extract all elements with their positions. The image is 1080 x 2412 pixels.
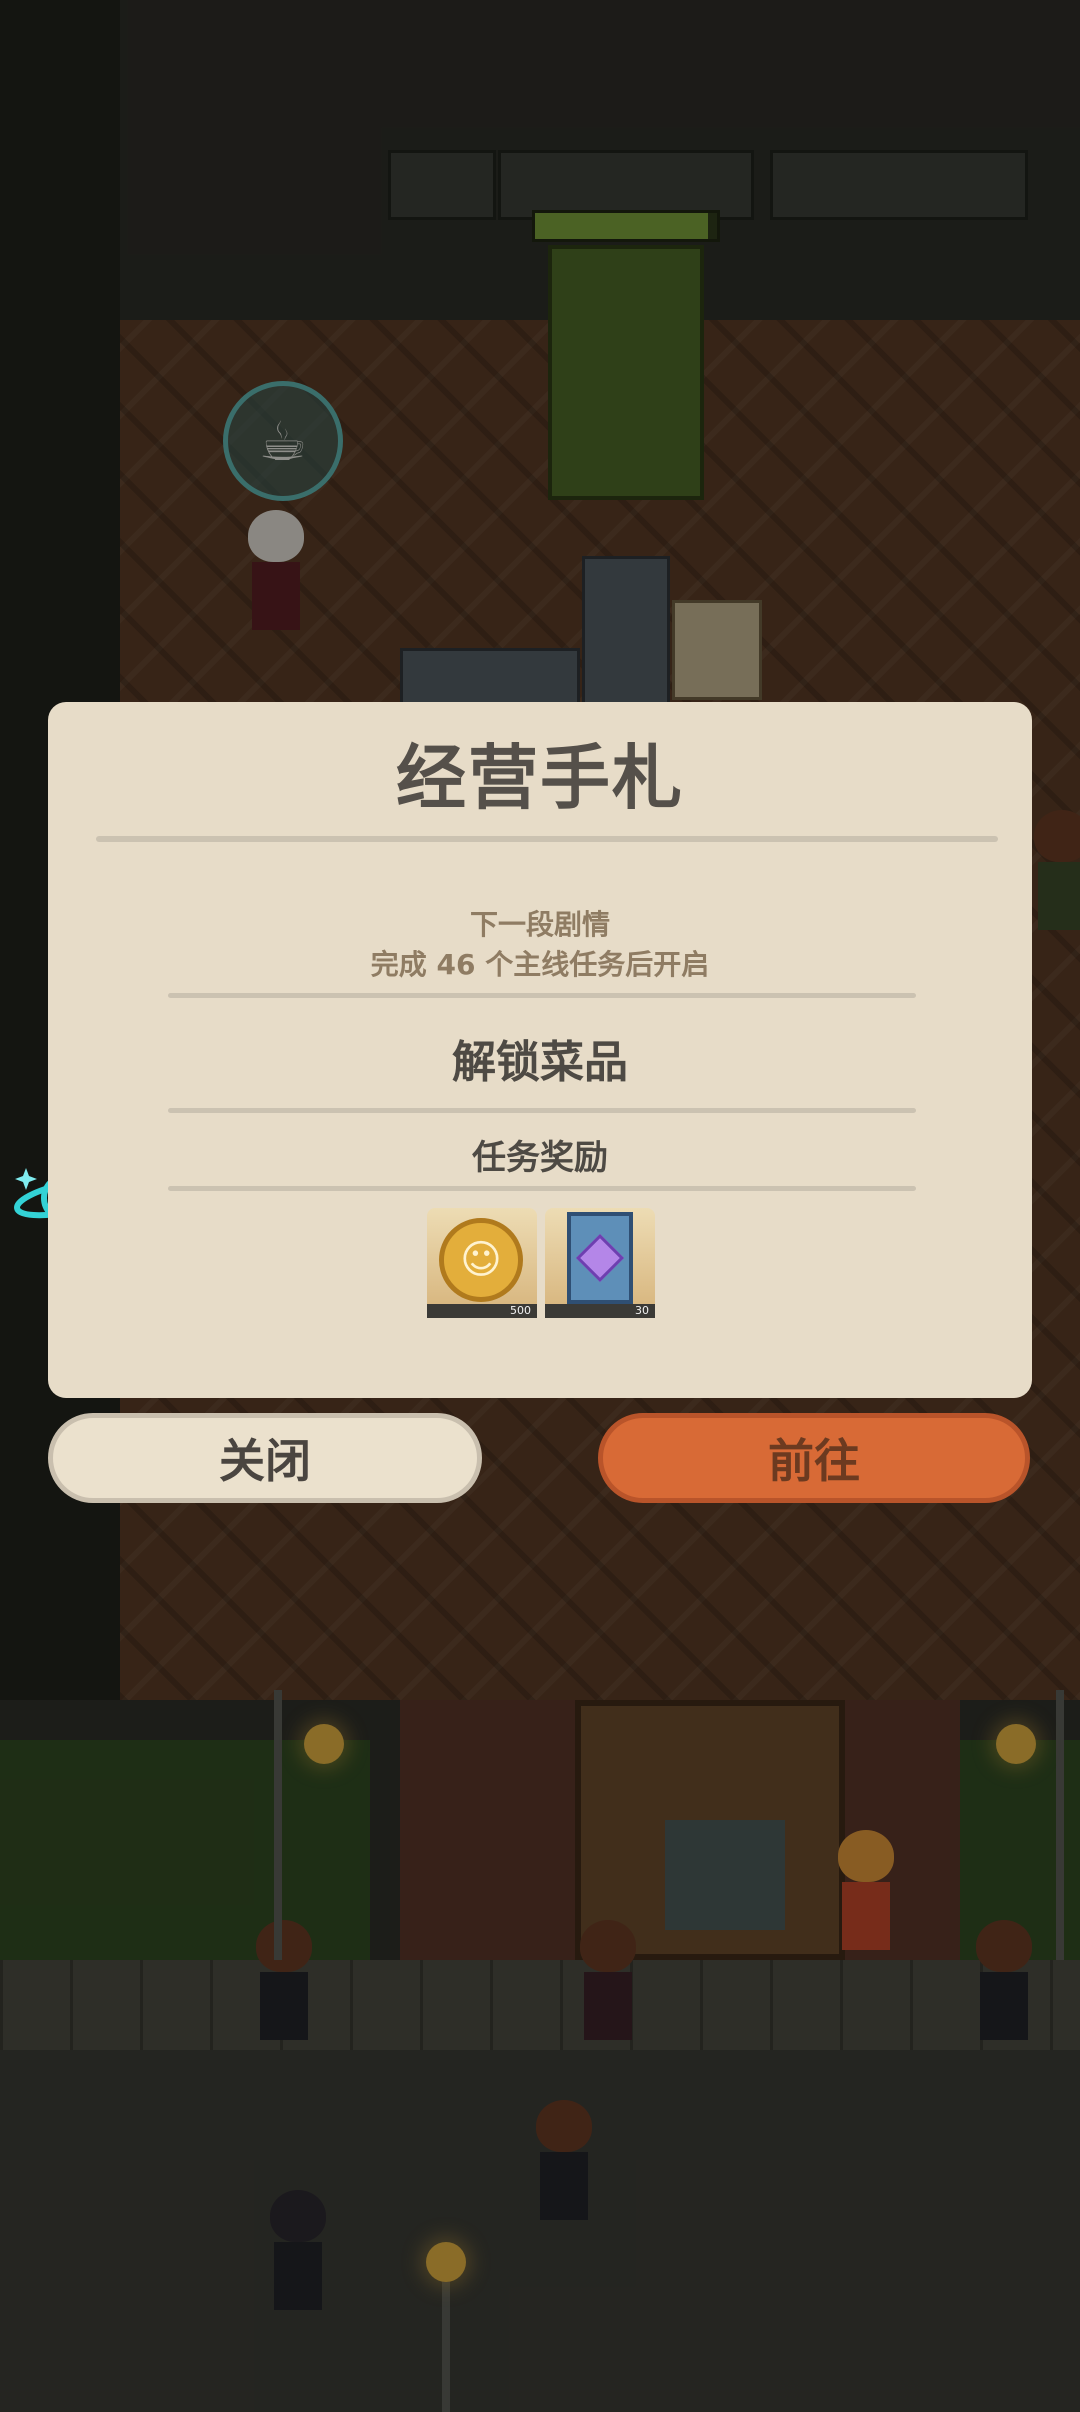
reward-count: 30 [545, 1304, 655, 1318]
purple-gem-ticket-icon [567, 1212, 633, 1304]
next-story-requirement: 完成 46 个主线任务后开启 [370, 948, 710, 981]
next-story-label: 下一段剧情 [469, 908, 610, 941]
section-divider [168, 1186, 916, 1191]
reward-count: 500 [427, 1304, 537, 1318]
section-divider [168, 1108, 916, 1113]
close-button[interactable]: 关闭 [48, 1413, 482, 1503]
task-reward-heading: 任务奖励 [472, 1138, 608, 1178]
gold-coin-icon: ☺ [439, 1218, 523, 1302]
section-divider [168, 993, 916, 998]
reward-item-coin[interactable]: ☺ 500 [427, 1208, 537, 1318]
reward-item-gem-ticket[interactable]: 30 [545, 1208, 655, 1318]
dialog-title: 经营手札 [396, 737, 684, 819]
unlock-dishes-heading: 解锁菜品 [452, 1037, 628, 1088]
title-divider [96, 836, 998, 842]
go-button[interactable]: 前往 [598, 1413, 1030, 1503]
